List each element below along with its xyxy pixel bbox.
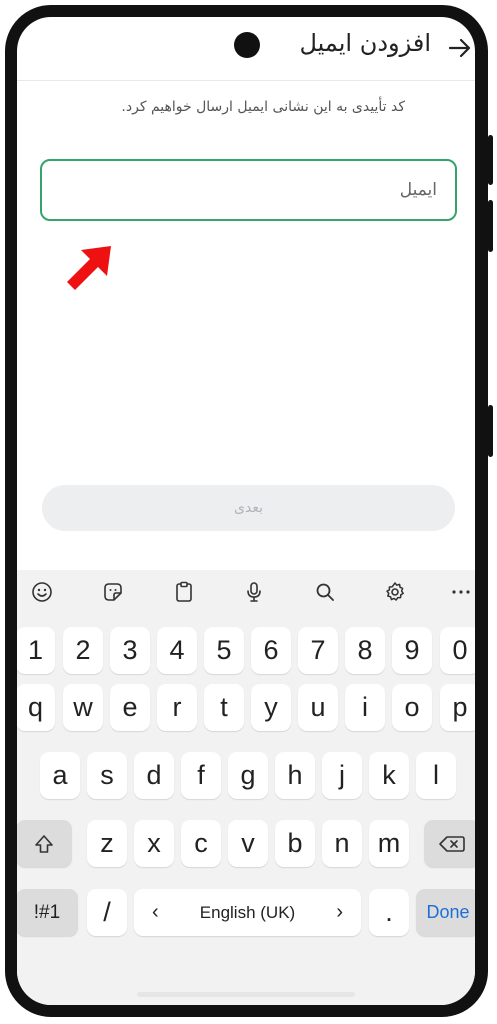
key-n[interactable]: n (322, 820, 362, 867)
space-next-language: › (336, 901, 343, 923)
volume-button (488, 135, 493, 185)
keyboard-toolbar (17, 570, 475, 614)
page-title: افزودن ایمیل (299, 29, 431, 57)
key-h[interactable]: h (275, 752, 315, 799)
key-p[interactable]: p (440, 684, 475, 731)
key-k[interactable]: k (369, 752, 409, 799)
key-c[interactable]: c (181, 820, 221, 867)
key-4[interactable]: 4 (157, 627, 197, 674)
key-z[interactable]: z (87, 820, 127, 867)
front-camera (234, 32, 260, 58)
shift-key[interactable] (17, 820, 72, 867)
space-language-label: English (UK) (199, 902, 296, 922)
key-f[interactable]: f (181, 752, 221, 799)
key-v[interactable]: v (228, 820, 268, 867)
done-key[interactable]: Done (416, 889, 475, 936)
keyboard: 1 2 3 4 5 6 7 8 9 0 q w e r t y u i o p … (17, 570, 475, 1005)
key-r[interactable]: r (157, 684, 197, 731)
description-text: کد تأییدی به این نشانی ایمیل ارسال خواهی… (121, 99, 405, 115)
clipboard-icon[interactable] (172, 580, 196, 604)
key-6[interactable]: 6 (251, 627, 291, 674)
screen: افزودن ایمیل کد تأییدی به این نشانی ایمی… (17, 17, 475, 1005)
key-2[interactable]: 2 (63, 627, 103, 674)
key-b[interactable]: b (275, 820, 315, 867)
key-9[interactable]: 9 (392, 627, 432, 674)
key-5[interactable]: 5 (204, 627, 244, 674)
backspace-icon (439, 835, 465, 852)
space-prev-language: ‹ (152, 901, 159, 923)
key-1[interactable]: 1 (17, 627, 55, 674)
key-l[interactable]: l (416, 752, 456, 799)
backspace-key[interactable] (424, 820, 475, 867)
key-u[interactable]: u (298, 684, 338, 731)
more-icon[interactable] (449, 580, 473, 604)
symbols-key[interactable]: !#1 (17, 889, 78, 936)
emoji-icon[interactable] (30, 580, 54, 604)
key-s[interactable]: s (87, 752, 127, 799)
volume-button (488, 200, 493, 252)
email-field[interactable] (40, 159, 457, 221)
key-x[interactable]: x (134, 820, 174, 867)
key-t[interactable]: t (204, 684, 244, 731)
sticker-icon[interactable] (101, 580, 125, 604)
next-button[interactable]: بعدی (42, 485, 455, 531)
arrow-right-icon[interactable] (447, 35, 473, 61)
key-3[interactable]: 3 (110, 627, 150, 674)
key-y[interactable]: y (251, 684, 291, 731)
microphone-icon[interactable] (242, 580, 266, 604)
key-a[interactable]: a (40, 752, 80, 799)
period-key[interactable]: . (369, 889, 409, 936)
key-i[interactable]: i (345, 684, 385, 731)
key-w[interactable]: w (63, 684, 103, 731)
key-o[interactable]: o (392, 684, 432, 731)
key-d[interactable]: d (134, 752, 174, 799)
annotation-arrow (67, 246, 111, 290)
key-7[interactable]: 7 (298, 627, 338, 674)
home-indicator (137, 992, 355, 997)
key-8[interactable]: 8 (345, 627, 385, 674)
shift-icon (35, 834, 53, 853)
slash-key[interactable]: / (87, 889, 127, 936)
key-m[interactable]: m (369, 820, 409, 867)
space-key[interactable]: ‹ English (UK) › (134, 889, 361, 936)
search-icon[interactable] (313, 580, 337, 604)
key-q[interactable]: q (17, 684, 55, 731)
power-button (488, 405, 493, 457)
key-g[interactable]: g (228, 752, 268, 799)
key-j[interactable]: j (322, 752, 362, 799)
gear-icon[interactable] (383, 580, 407, 604)
key-e[interactable]: e (110, 684, 150, 731)
key-0[interactable]: 0 (440, 627, 475, 674)
